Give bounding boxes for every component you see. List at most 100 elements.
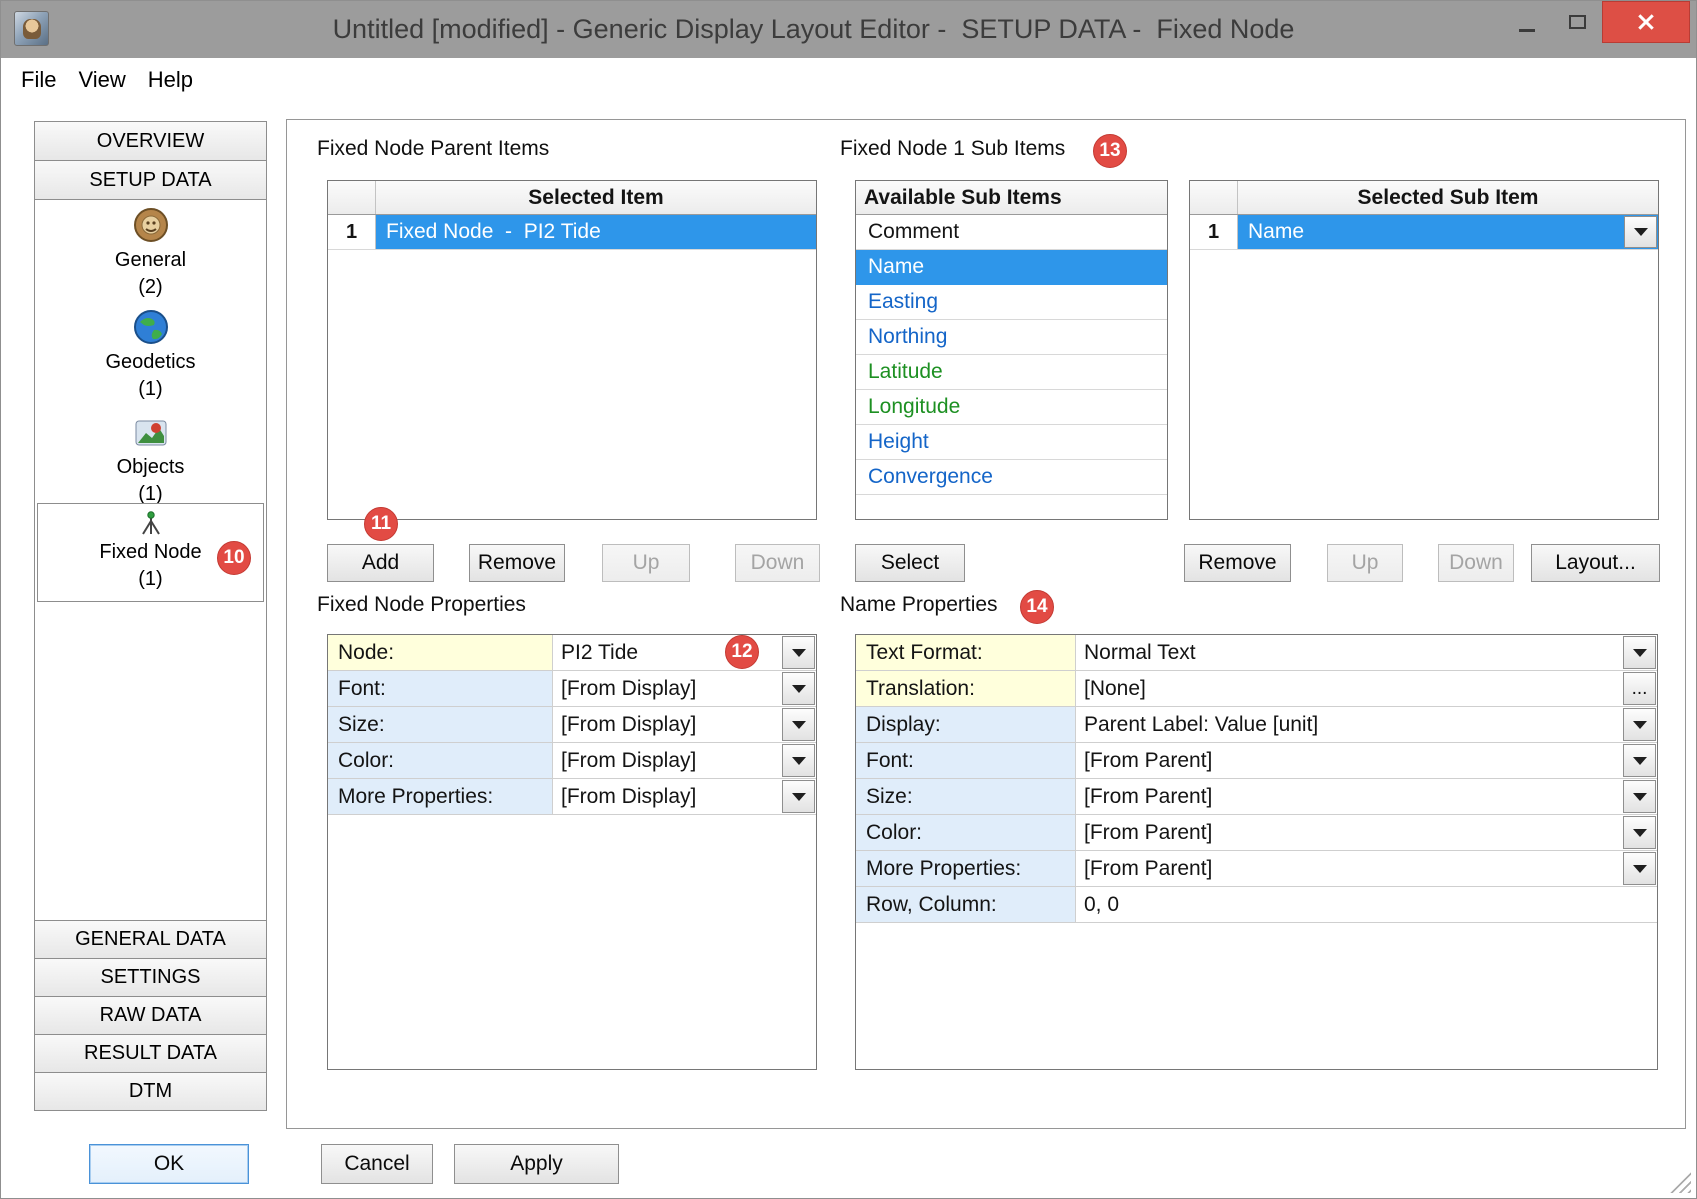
sidebar-item-dtm[interactable]: DTM	[34, 1072, 267, 1111]
size-dropdown-button[interactable]	[1623, 780, 1656, 813]
selected-sub-item-row[interactable]: 1 Name	[1190, 215, 1658, 250]
prop-label: Size:	[328, 707, 553, 742]
parent-items-table: Selected Item 1 Fixed Node - PI2 Tide	[327, 180, 817, 520]
selected-sub-item-table-header: Selected Sub Item	[1190, 181, 1658, 215]
font-dropdown-button[interactable]	[782, 672, 815, 705]
close-button[interactable]	[1602, 1, 1690, 43]
available-item-northing[interactable]: Northing	[856, 320, 1167, 355]
chevron-down-icon	[792, 721, 806, 729]
add-button[interactable]: Add	[327, 544, 434, 582]
color-value-field[interactable]: [From Parent]	[1076, 815, 1657, 850]
display-dropdown-button[interactable]	[1623, 708, 1656, 741]
prop-label: Color:	[328, 743, 553, 778]
app-icon	[14, 11, 49, 46]
available-item-latitude[interactable]: Latitude	[856, 355, 1167, 390]
menu-view[interactable]: View	[67, 63, 136, 97]
selected-sub-item-value[interactable]: Name	[1238, 215, 1658, 249]
row-number-column-header	[1190, 181, 1238, 214]
sidebar-item-general-data[interactable]: GENERAL DATA	[34, 920, 267, 959]
prop-value-text: [From Display]	[561, 785, 696, 809]
prop-value-text: [From Parent]	[1084, 821, 1212, 845]
section-title-fixed-node-properties: Fixed Node Properties	[317, 592, 526, 618]
down-sub-button[interactable]: Down	[1438, 544, 1514, 582]
more-properties-dropdown-button[interactable]	[782, 780, 815, 813]
available-item-comment[interactable]: Comment	[856, 215, 1167, 250]
parent-item-value[interactable]: Fixed Node - PI2 Tide	[376, 215, 816, 249]
font-value-field[interactable]: [From Display]	[553, 671, 816, 706]
layout-button[interactable]: Layout...	[1531, 544, 1660, 582]
color-dropdown-button[interactable]	[1623, 816, 1656, 849]
prop-row-translation: Translation: [None] ...	[856, 671, 1657, 707]
size-value-field[interactable]: [From Display]	[553, 707, 816, 742]
parent-item-row[interactable]: 1 Fixed Node - PI2 Tide	[328, 215, 816, 250]
row-number: 1	[328, 215, 376, 249]
ok-button[interactable]: OK	[89, 1144, 249, 1184]
menu-help[interactable]: Help	[137, 63, 204, 97]
chevron-down-icon	[792, 685, 806, 693]
apply-button[interactable]: Apply	[454, 1144, 619, 1184]
window-controls	[1502, 1, 1690, 43]
font-value-field[interactable]: [From Parent]	[1076, 743, 1657, 778]
more-properties-dropdown-button[interactable]	[1623, 852, 1656, 885]
chevron-down-icon	[1633, 649, 1647, 657]
selected-sub-item-table: Selected Sub Item 1 Name	[1189, 180, 1659, 520]
up-sub-button[interactable]: Up	[1327, 544, 1403, 582]
prop-value-text: [From Display]	[561, 713, 696, 737]
color-value-field[interactable]: [From Display]	[553, 743, 816, 778]
select-button[interactable]: Select	[855, 544, 965, 582]
translation-browse-button[interactable]: ...	[1623, 672, 1656, 705]
translation-value-field[interactable]: [None] ...	[1076, 671, 1657, 706]
more-properties-value-field[interactable]: [From Display]	[553, 779, 816, 814]
down-parent-button[interactable]: Down	[735, 544, 820, 582]
minimize-button[interactable]	[1502, 1, 1552, 43]
display-value-field[interactable]: Parent Label: Value [unit]	[1076, 707, 1657, 742]
available-item-height[interactable]: Height	[856, 425, 1167, 460]
sidebar-item-setup-data[interactable]: SETUP DATA	[34, 160, 267, 200]
sidebar-item-raw-data[interactable]: RAW DATA	[34, 996, 267, 1035]
cancel-button[interactable]: Cancel	[321, 1144, 433, 1184]
up-parent-button[interactable]: Up	[602, 544, 690, 582]
prop-row-size: Size: [From Parent]	[856, 779, 1657, 815]
row-number: 1	[1190, 215, 1238, 249]
geodetics-globe-icon	[132, 308, 170, 346]
sidebar-item-general[interactable]: General (2)	[35, 206, 266, 299]
sidebar-item-overview[interactable]: OVERVIEW	[34, 121, 267, 161]
prop-value-text: 0, 0	[1084, 893, 1119, 917]
column-header-selected-item: Selected Item	[376, 181, 816, 214]
prop-row-more-properties: More Properties: [From Display]	[328, 779, 816, 815]
sub-item-dropdown-button[interactable]	[1624, 216, 1657, 248]
maximize-icon	[1569, 15, 1586, 29]
available-item-longitude[interactable]: Longitude	[856, 390, 1167, 425]
prop-value-text: PI2 Tide	[561, 641, 638, 665]
available-item-convergence[interactable]: Convergence	[856, 460, 1167, 495]
sidebar-item-geodetics[interactable]: Geodetics (1)	[35, 308, 266, 401]
row-column-value-field[interactable]: 0, 0	[1076, 887, 1657, 922]
prop-value-text: Parent Label: Value [unit]	[1084, 713, 1318, 737]
size-dropdown-button[interactable]	[782, 708, 815, 741]
prop-row-color: Color: [From Display]	[328, 743, 816, 779]
fixed-node-properties-table: Node: PI2 Tide Font: [From Display] Size…	[327, 634, 817, 1070]
sidebar-item-objects[interactable]: Objects (1)	[35, 415, 266, 506]
more-properties-value-field[interactable]: [From Parent]	[1076, 851, 1657, 886]
annotation-badge-13: 13	[1093, 134, 1127, 168]
text-format-dropdown-button[interactable]	[1623, 636, 1656, 669]
font-dropdown-button[interactable]	[1623, 744, 1656, 777]
node-dropdown-button[interactable]	[782, 636, 815, 669]
menu-file[interactable]: File	[10, 63, 67, 97]
prop-label: Font:	[856, 743, 1076, 778]
resize-grip[interactable]	[1665, 1167, 1691, 1193]
sidebar-item-settings[interactable]: SETTINGS	[34, 958, 267, 997]
node-value-field[interactable]: PI2 Tide	[553, 635, 816, 670]
remove-sub-button[interactable]: Remove	[1184, 544, 1291, 582]
remove-parent-button[interactable]: Remove	[469, 544, 565, 582]
prop-label: Color:	[856, 815, 1076, 850]
sidebar-item-result-data[interactable]: RESULT DATA	[34, 1034, 267, 1073]
size-value-field[interactable]: [From Parent]	[1076, 779, 1657, 814]
chevron-down-icon	[792, 757, 806, 765]
dialog-window: Untitled [modified] - Generic Display La…	[0, 0, 1697, 1199]
available-item-easting[interactable]: Easting	[856, 285, 1167, 320]
color-dropdown-button[interactable]	[782, 744, 815, 777]
maximize-button[interactable]	[1552, 1, 1602, 43]
available-item-name[interactable]: Name	[856, 250, 1167, 285]
text-format-value-field[interactable]: Normal Text	[1076, 635, 1657, 670]
